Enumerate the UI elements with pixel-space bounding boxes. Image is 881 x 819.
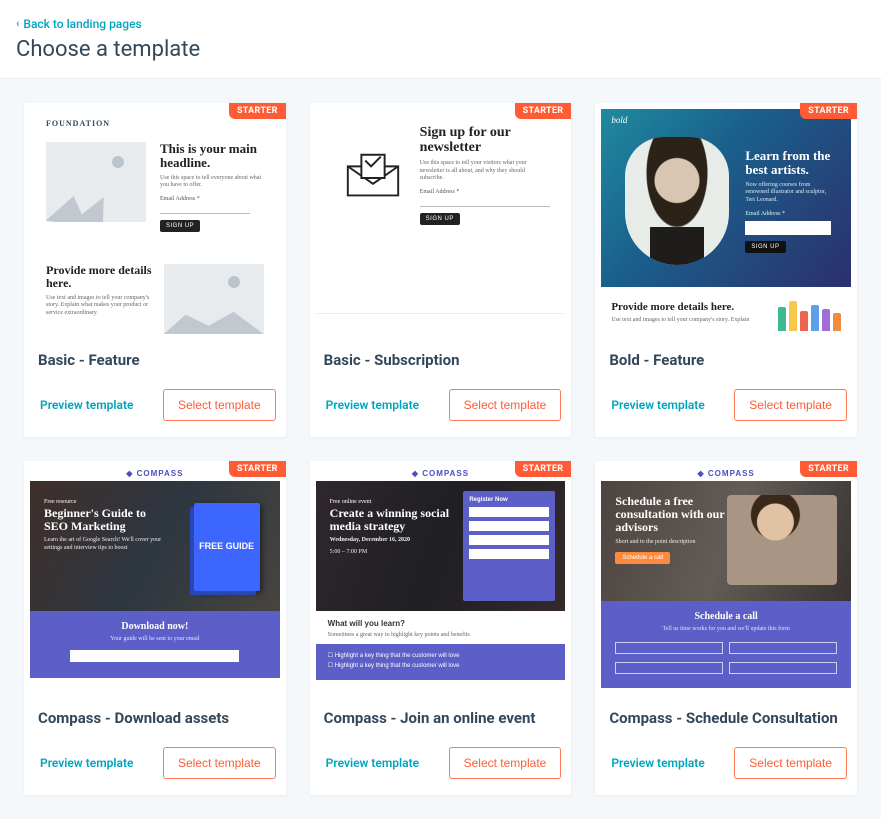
- book-icon: FREE GUIDE: [194, 503, 260, 591]
- thumb-strip-headline: Download now!: [42, 621, 268, 632]
- template-name: Compass - Join an online event: [324, 709, 566, 727]
- thumb-date: Wednesday, December 16, 2020: [330, 537, 450, 545]
- thumb-sub: Use this space to tell your visitors wha…: [420, 160, 550, 183]
- template-card-basic-feature: STARTER FOUNDATION This is your main hea…: [24, 103, 286, 437]
- thumb-sub: Learn the art of Google Search! We'll co…: [44, 537, 164, 553]
- template-thumbnail[interactable]: Sign up for our newsletter Use this spac…: [316, 109, 566, 339]
- thumb-headline2: Provide more details here.: [46, 264, 152, 290]
- pencils-icon: [778, 301, 841, 331]
- thumb-form-card: Register Now: [463, 491, 555, 601]
- template-name: Basic - Subscription: [324, 351, 566, 369]
- select-template-button[interactable]: Select template: [449, 389, 562, 421]
- template-name: Bold - Feature: [609, 351, 851, 369]
- chevron-left-icon: ‹: [16, 17, 19, 30]
- template-thumbnail[interactable]: COMPASS Free resource Beginner's Guide t…: [30, 467, 280, 697]
- starter-badge: STARTER: [515, 461, 572, 477]
- thumb-strip-sub: Tell us time works for you and we'll upd…: [615, 626, 837, 634]
- preview-template-link[interactable]: Preview template: [605, 398, 704, 412]
- select-template-button[interactable]: Select template: [163, 747, 276, 779]
- preview-template-link[interactable]: Preview template: [605, 756, 704, 770]
- advisor-image: [727, 495, 837, 585]
- template-thumbnail[interactable]: bold Learn from the best artists. Now of…: [601, 109, 851, 339]
- template-card-basic-subscription: STARTER Sign up for our newsletter Use t…: [310, 103, 572, 437]
- thumb-headline: This is your main headline.: [160, 142, 264, 171]
- thumb-headline: Beginner's Guide to SEO Marketing: [44, 507, 164, 533]
- page-title: Choose a template: [16, 37, 865, 62]
- starter-badge: STARTER: [800, 461, 857, 477]
- thumb-strip-sub: Your guide will be sent to your email: [42, 636, 268, 644]
- thumb-sub: Short and to the point description: [615, 539, 735, 547]
- template-name: Compass - Schedule Consultation: [609, 709, 851, 727]
- thumb-email-label: Email Address *: [160, 196, 264, 202]
- portrait-image: [625, 137, 729, 265]
- thumb-input: [615, 662, 723, 674]
- thumb-checkbox-line: ☐ Highlight a key thing that the custome…: [328, 652, 554, 659]
- starter-badge: STARTER: [800, 103, 857, 119]
- preview-template-link[interactable]: Preview template: [320, 756, 419, 770]
- template-card-compass-consult: STARTER COMPASS Schedule a free consulta…: [595, 461, 857, 795]
- envelope-icon: [342, 125, 404, 225]
- thumb-signup-btn: SIGN UP: [745, 241, 785, 253]
- select-template-button[interactable]: Select template: [734, 389, 847, 421]
- image-placeholder-icon: [164, 264, 264, 334]
- thumb-headline: Sign up for our newsletter: [420, 125, 550, 156]
- thumb-input: [729, 662, 837, 674]
- template-name: Compass - Download assets: [38, 709, 280, 727]
- preview-template-link[interactable]: Preview template: [34, 398, 133, 412]
- starter-badge: STARTER: [229, 461, 286, 477]
- preview-template-link[interactable]: Preview template: [34, 756, 133, 770]
- template-name: Basic - Feature: [38, 351, 280, 369]
- thumb-headline: Schedule a free consultation with our ad…: [615, 495, 735, 535]
- back-link-label: Back to landing pages: [23, 17, 141, 31]
- thumb-sub2: Use text and images to tell your company…: [46, 295, 152, 318]
- thumb-input: [729, 642, 837, 654]
- thumb-sub2: Use text and images to tell your company…: [611, 317, 778, 325]
- select-template-button[interactable]: Select template: [449, 747, 562, 779]
- thumb-brand: bold: [611, 115, 627, 125]
- thumb-time: 5:00 – 7:00 PM: [330, 549, 450, 557]
- thumb-strip-headline: Schedule a call: [615, 611, 837, 622]
- back-link[interactable]: ‹ Back to landing pages: [16, 17, 142, 31]
- thumb-checkbox-line: ☐ Highlight a key thing that the custome…: [328, 662, 554, 669]
- template-card-compass-event: STARTER COMPASS Free online event Create…: [310, 461, 572, 795]
- starter-badge: STARTER: [229, 103, 286, 119]
- thumb-headline: Create a winning social media strategy: [330, 507, 450, 533]
- template-thumbnail[interactable]: COMPASS Schedule a free consultation wit…: [601, 467, 851, 697]
- thumb-below-sub: Sometimes a great way to highlight key p…: [328, 632, 554, 640]
- thumb-email-label: Email Address *: [420, 189, 550, 195]
- thumb-input: [160, 204, 250, 214]
- template-card-compass-download: STARTER COMPASS Free resource Beginner's…: [24, 461, 286, 795]
- template-grid: STARTER FOUNDATION This is your main hea…: [0, 79, 881, 819]
- template-card-bold-feature: STARTER bold Learn from the best artists…: [595, 103, 857, 437]
- thumb-headline: Learn from the best artists.: [745, 149, 831, 178]
- select-template-button[interactable]: Select template: [734, 747, 847, 779]
- thumb-signup-btn: SIGN UP: [160, 220, 200, 232]
- thumb-input: [615, 642, 723, 654]
- thumb-input: [420, 197, 550, 207]
- thumb-email-label: Email Address *: [745, 211, 831, 217]
- template-thumbnail[interactable]: FOUNDATION This is your main headline. U…: [30, 109, 280, 339]
- image-placeholder-icon: [46, 142, 146, 222]
- thumb-input: [70, 650, 239, 662]
- starter-badge: STARTER: [515, 103, 572, 119]
- thumb-input: [745, 221, 831, 235]
- thumb-cta-btn: Schedule a call: [615, 552, 670, 564]
- thumb-signup-btn: SIGN UP: [420, 213, 460, 225]
- preview-template-link[interactable]: Preview template: [320, 398, 419, 412]
- template-thumbnail[interactable]: COMPASS Free online event Create a winni…: [316, 467, 566, 697]
- select-template-button[interactable]: Select template: [163, 389, 276, 421]
- thumb-sub: Now offering courses from renowned illus…: [745, 182, 831, 205]
- thumb-headline2: Provide more details here.: [611, 301, 778, 313]
- thumb-sub: Use this space to tell everyone about wh…: [160, 175, 264, 191]
- thumb-below-headline: What will you learn?: [328, 619, 554, 628]
